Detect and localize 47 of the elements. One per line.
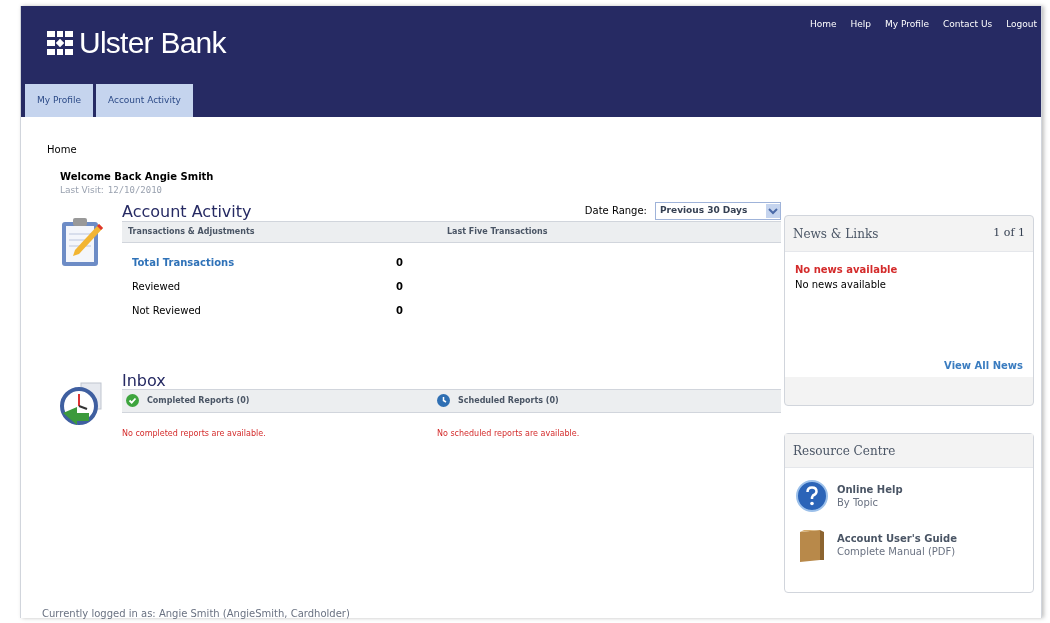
resource-link[interactable]: Account User's Guide	[837, 532, 957, 545]
nav-link[interactable]: Logout	[1006, 18, 1037, 58]
welcome-text: Welcome Back Angie Smith	[60, 170, 215, 184]
news-headline: No news available	[795, 263, 899, 277]
resource-link[interactable]: Online Help	[837, 483, 903, 496]
help-icon	[796, 480, 828, 512]
date-range-select[interactable]: Previous 30 Days	[655, 201, 781, 220]
nav-link[interactable]: Home	[809, 18, 837, 58]
logo-icon	[45, 29, 75, 57]
login-status-text: Currently logged in as: Angie Smith (AngieSmith, Cardholder)	[42, 608, 350, 619]
nav-link[interactable]: Contact Us	[943, 18, 993, 58]
tab[interactable]: My Profile	[25, 84, 93, 117]
column-header: Transactions & Adjustments	[127, 225, 256, 238]
empty-message: No scheduled reports are available.	[437, 427, 580, 440]
row-label: Not Reviewed	[131, 304, 202, 318]
column-header: Completed Reports (0)	[147, 394, 250, 407]
check-icon	[126, 394, 139, 407]
tab[interactable]: Account Activity	[95, 84, 193, 117]
section-heading: Account Activity	[122, 203, 252, 220]
nav-link[interactable]: My Profile	[885, 18, 929, 58]
pager-text: 1 of 1	[993, 225, 1025, 242]
count-value: 0	[396, 280, 403, 294]
panel-title: Resource Centre	[793, 442, 896, 460]
news-text: No news available	[795, 278, 887, 292]
clock-icon	[437, 394, 450, 407]
panel-title: News & Links	[793, 225, 879, 243]
nav-link[interactable]: Help	[850, 18, 872, 58]
clock-icon	[59, 380, 105, 427]
last-visit-label: Last Visit:	[60, 184, 104, 197]
clipboard-icon	[59, 215, 105, 268]
row-label: Reviewed	[131, 280, 182, 294]
last-visit-date: 12/10/2010	[107, 184, 162, 197]
resource-subtitle: Complete Manual (PDF)	[837, 545, 957, 558]
column-header: Last Five Transactions	[447, 225, 548, 238]
resource-subtitle: By Topic	[837, 496, 880, 509]
column-header: Scheduled Reports (0)	[458, 394, 559, 407]
view-all-news-link[interactable]: View All News	[944, 358, 1023, 373]
breadcrumb-link[interactable]: Home	[47, 142, 781, 157]
total-transactions-link[interactable]: Total Transactions	[122, 255, 396, 270]
section-heading: Inbox	[122, 372, 167, 389]
caret-icon	[766, 203, 780, 218]
date-range-label: Date Range:	[584, 204, 647, 218]
book-icon	[798, 528, 826, 562]
count-value: 0	[396, 304, 403, 318]
count-value: 0	[396, 256, 403, 270]
logo-text: Ulster Bank	[79, 28, 226, 58]
empty-message: No completed reports are available.	[122, 427, 267, 440]
